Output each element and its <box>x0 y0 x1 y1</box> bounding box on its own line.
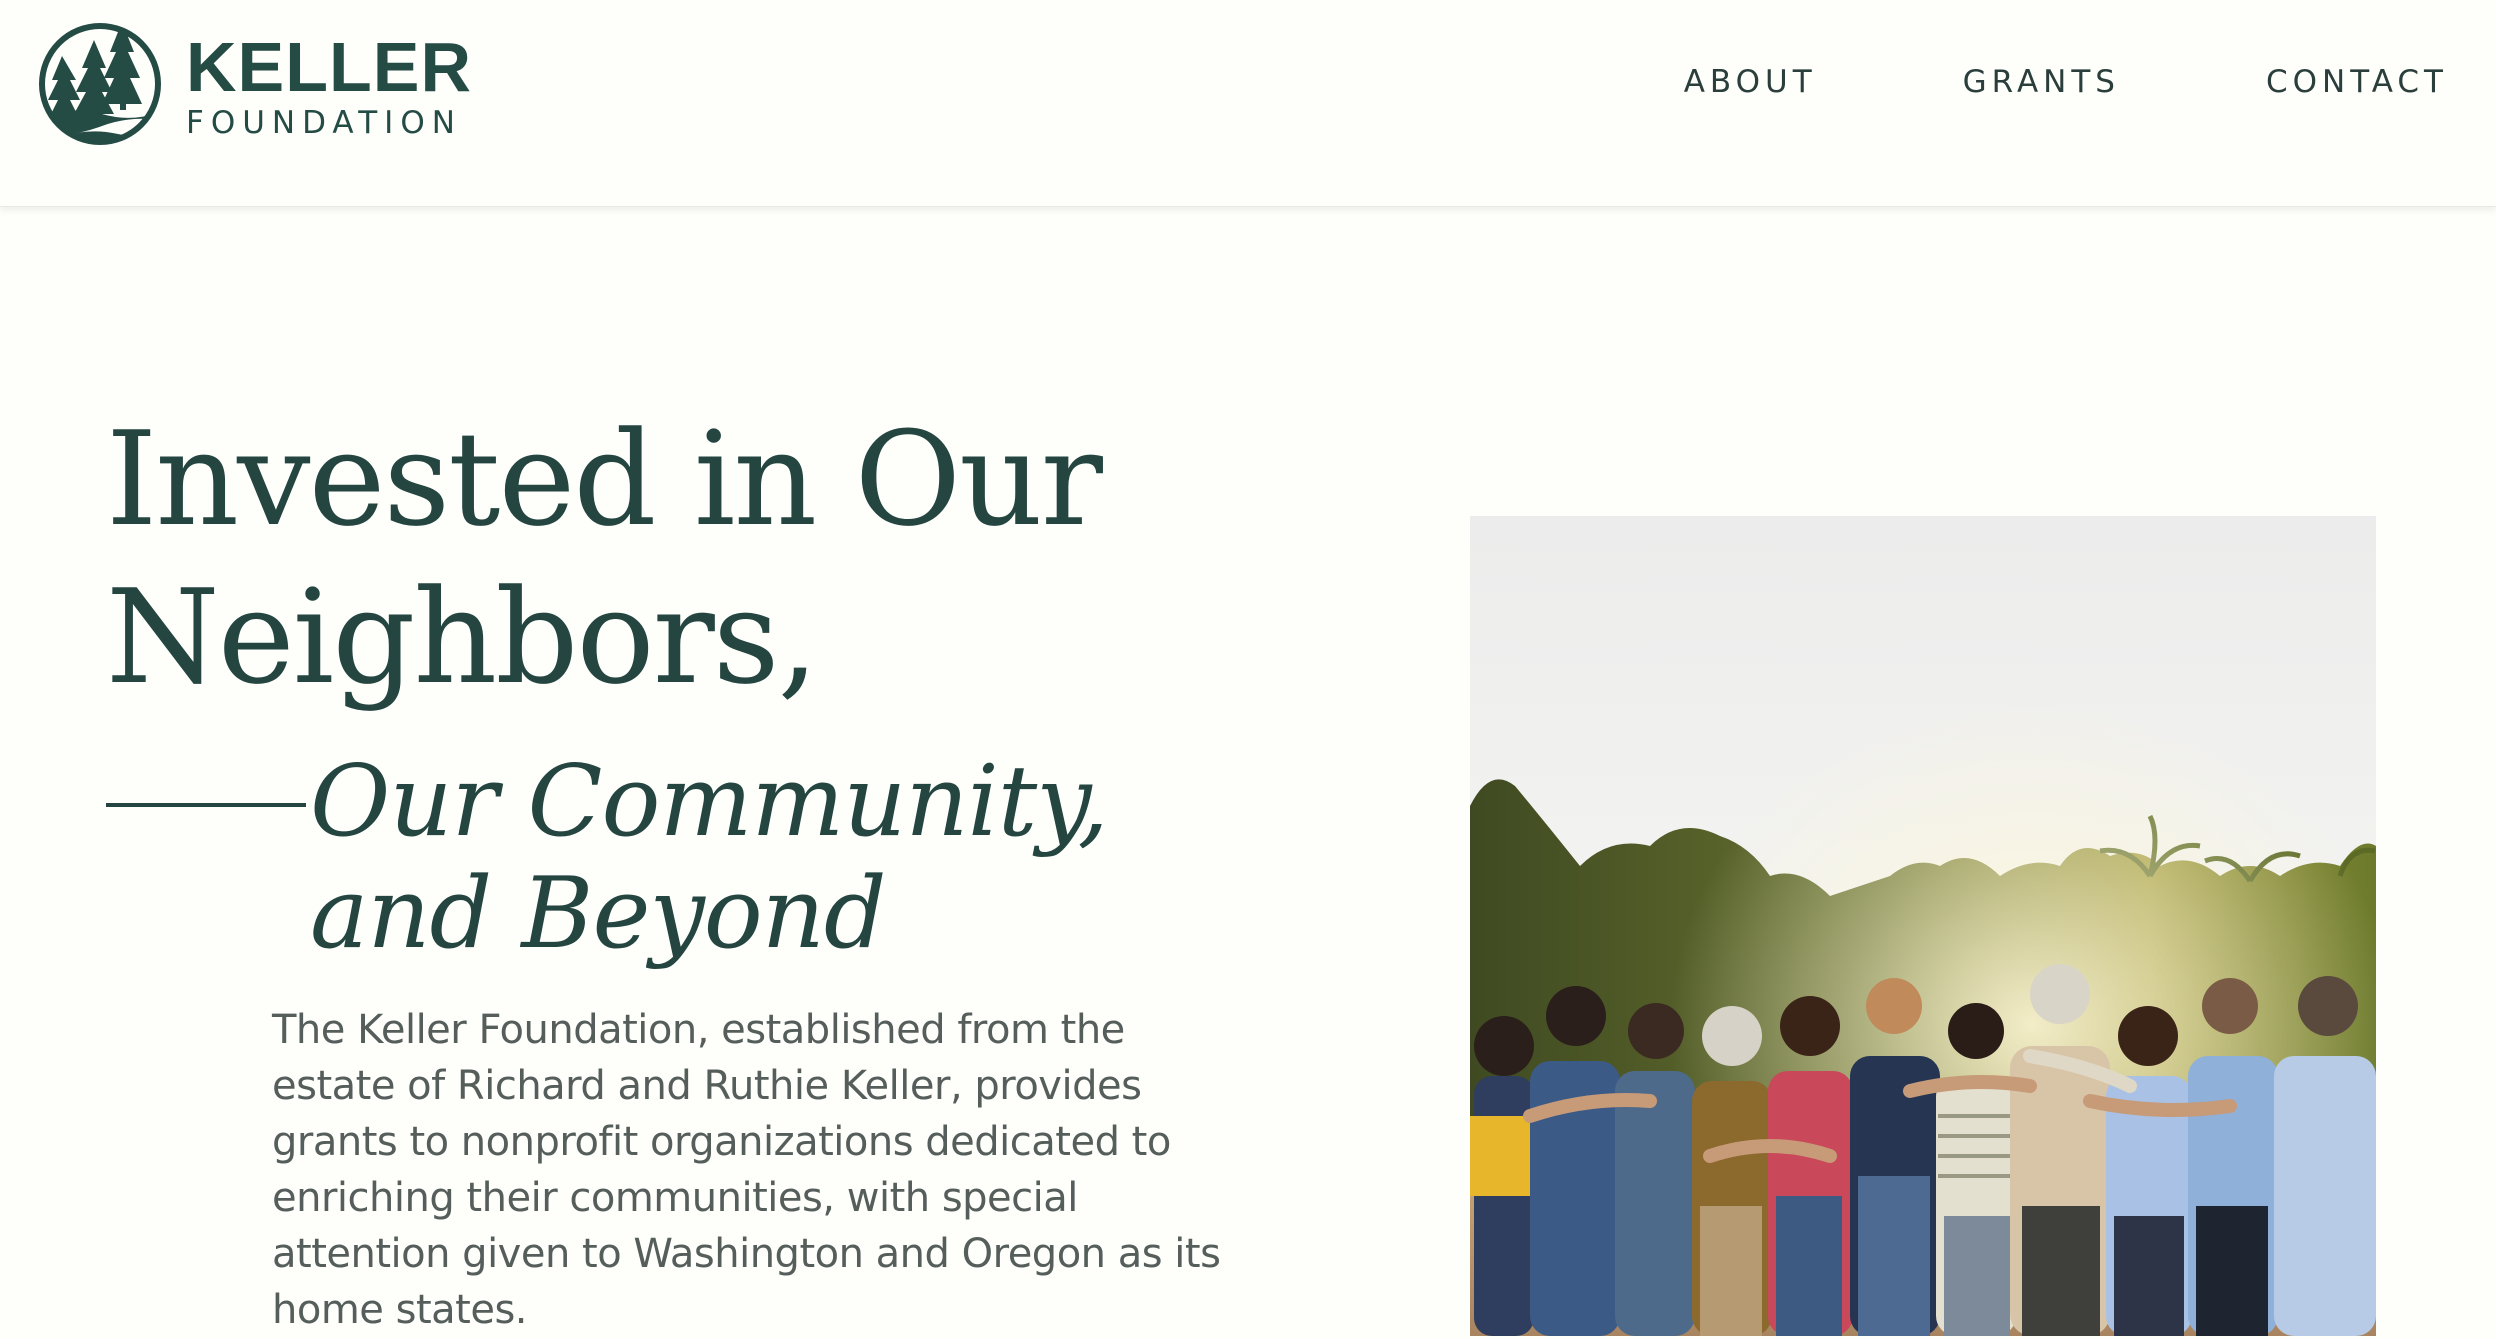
nav-grants[interactable]: GRANTS <box>1963 62 2120 102</box>
nav-contact[interactable]: CONTACT <box>2266 62 2448 102</box>
hero-title: Invested in Our Neighbors, <box>106 403 1103 713</box>
logo-wordmark: KELLER FOUNDATION <box>186 32 472 139</box>
community-group-photo <box>1470 516 2376 1336</box>
home-logo-link[interactable]: KELLER FOUNDATION <box>38 18 472 152</box>
trees-over-waves-icon <box>39 23 161 145</box>
logo-subtitle: FOUNDATION <box>186 104 462 141</box>
hero-subtitle: Our Community, and Beyond <box>310 745 1109 971</box>
hero-description: The Keller Foundation, established from … <box>272 1007 1221 1333</box>
hero-divider-line <box>106 803 306 807</box>
site-header: KELLER FOUNDATION ABOUT GRANTS CONTACT <box>0 0 2496 207</box>
nav-about[interactable]: ABOUT <box>1684 62 1817 102</box>
main-nav: ABOUT GRANTS CONTACT <box>1684 62 2448 102</box>
logo-name: KELLER <box>186 27 472 106</box>
